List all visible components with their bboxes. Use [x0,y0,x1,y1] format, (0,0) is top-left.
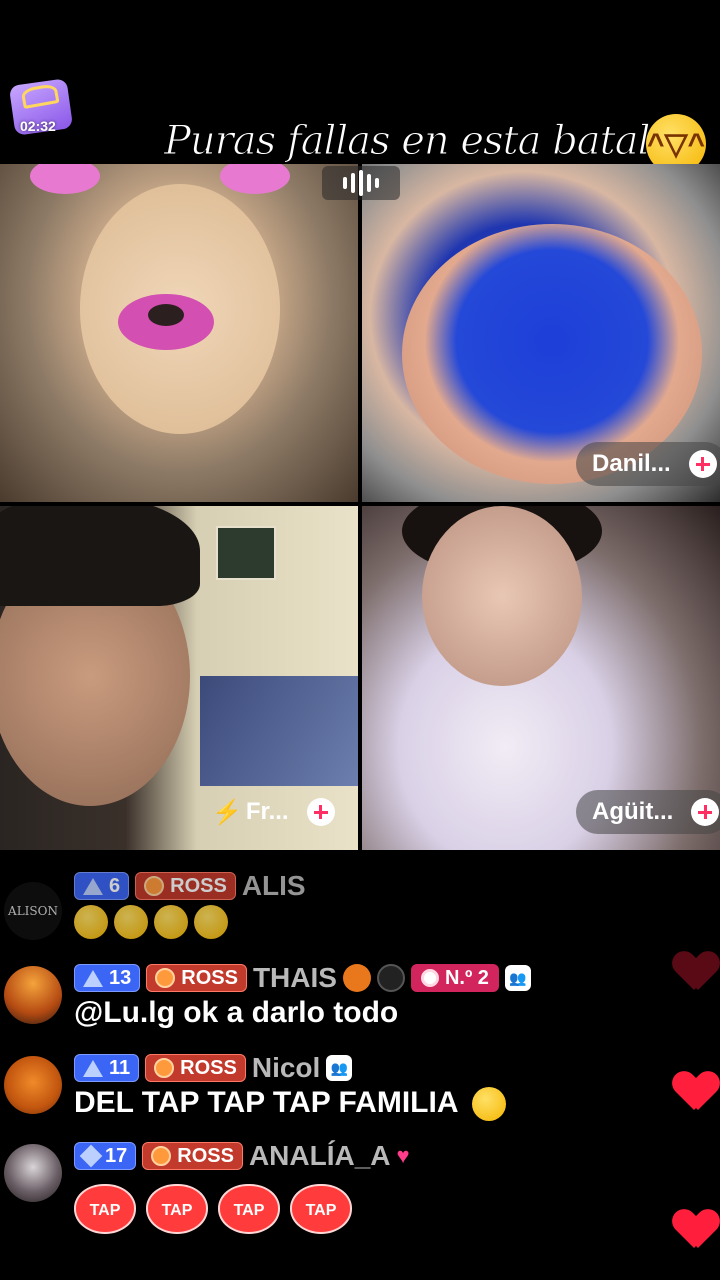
tangerine-icon [342,964,371,992]
avatar[interactable]: ALISON [4,882,62,940]
floating-heart-icon [674,1210,718,1250]
username[interactable]: ALIS [242,870,306,902]
avatar-label: ALISON [8,904,58,918]
video-tile-4[interactable]: Agüit... [362,506,720,850]
hair [0,506,200,606]
fan-club-badge: ROSS [145,1054,246,1082]
lightning-bolt-icon: ⚡ [212,798,242,826]
message-meta: 6 ROSS ALIS [74,870,306,902]
laughing-face-icon [74,905,108,940]
level-number: 13 [109,966,132,989]
fan-heart-icon [151,1146,172,1166]
laughing-face-icon [154,905,188,940]
fan-heart-icon [154,1058,175,1078]
level-badge: 17 [74,1142,137,1170]
people-icon: 👥 [504,965,531,991]
bed [200,676,358,786]
follow-plus-icon[interactable] [306,798,335,826]
tap-heart-sticker: TAP [146,1184,208,1234]
level-badge: 11 [74,1054,140,1082]
ninja-icon [376,964,405,992]
fan-club-badge: ROSS [142,1142,243,1170]
message-meta: 13 ROSS THAIS N.º 2 👥 [74,962,531,994]
video-tile-3[interactable]: ⚡ Fr... [0,506,358,850]
participant-name: Agüit... [592,798,674,825]
message-meta: 11 ROSS Nicol 👥 [74,1052,353,1084]
audio-level-icon [322,166,400,200]
message-text: @Lu.lg ok a darlo todo [74,996,399,1029]
tap-heart-sticker: TAP [290,1184,352,1234]
fan-club-badge: ROSS [146,964,247,992]
hugging-face-icon [471,1087,506,1122]
avatar[interactable] [4,966,62,1024]
wall-poster [216,526,276,580]
people-icon: 👥 [326,1055,353,1081]
participant-name: Danil... [592,450,671,477]
follow-plus-icon[interactable] [688,450,717,478]
caption-text: Puras fallas en esta batalla [163,118,685,165]
live-chat[interactable]: ALISON 6 ROSS ALIS 13 ROSS THAIS N.º 2 👥… [0,862,720,1280]
message-stickers: TAP TAP TAP TAP [74,1184,362,1234]
dog-ear-right-icon [220,164,290,194]
username[interactable]: THAIS [253,962,337,994]
level-number: 6 [109,874,121,897]
level-number: 17 [105,1144,128,1167]
fan-heart-icon [155,968,176,988]
video-tile-2[interactable]: Danil... [362,164,720,502]
fan-club-badge: ROSS [135,872,236,900]
message-emojis [74,904,234,940]
tap-heart-sticker: TAP [218,1184,280,1234]
level-badge: 6 [74,872,130,900]
streamer-face [422,506,582,686]
dog-ear-left-icon [30,164,100,194]
participant-name-pill[interactable]: ⚡ Fr... [196,790,345,834]
fan-club-name: ROSS [177,1144,234,1167]
message-text: DEL TAP TAP TAP FAMILIA [74,1086,512,1122]
level-badge: 13 [74,964,141,992]
participant-name: Fr... [245,798,289,825]
level-number: 11 [109,1056,131,1079]
username[interactable]: Nicol [252,1052,320,1084]
participant-name-pill[interactable]: Danil... [576,442,720,486]
participant-name-pill[interactable]: Agüit... [576,790,720,834]
rank-badge: N.º 2 [410,964,499,992]
two-hearts-icon: ♥ [396,1143,410,1168]
video-tile-1[interactable] [0,164,358,502]
level-diamond-icon [79,1144,103,1168]
fan-heart-icon [144,876,165,896]
fan-club-name: ROSS [170,874,227,897]
message-text-content: DEL TAP TAP TAP FAMILIA [74,1086,458,1119]
fan-club-name: ROSS [180,1056,237,1079]
tap-heart-sticker: TAP [74,1184,136,1234]
fan-club-name: ROSS [181,966,238,989]
laughing-face-icon [114,905,148,940]
floating-heart-icon [674,952,718,992]
gift-timer-badge[interactable]: 02:32 [8,78,74,138]
stopwatch-icon [420,969,439,987]
username[interactable]: ANALÍA_A [249,1140,391,1172]
dog-nose-filter-icon [118,294,214,350]
level-triangle-icon [83,969,103,987]
floating-heart-icon [674,1072,718,1112]
timer-text: 02:32 [20,118,56,134]
follow-plus-icon[interactable] [691,798,720,826]
laughing-face-icon [194,905,228,940]
level-triangle-icon [83,1059,103,1077]
avatar[interactable] [4,1144,62,1202]
rank-text: N.º 2 [444,966,489,989]
avatar[interactable] [4,1056,62,1114]
battle-video-grid: Danil... ⚡ Fr... Agüit... [0,164,720,850]
message-meta: 17 ROSS ANALÍA_A ♥ [74,1140,410,1172]
level-triangle-icon [83,877,103,895]
